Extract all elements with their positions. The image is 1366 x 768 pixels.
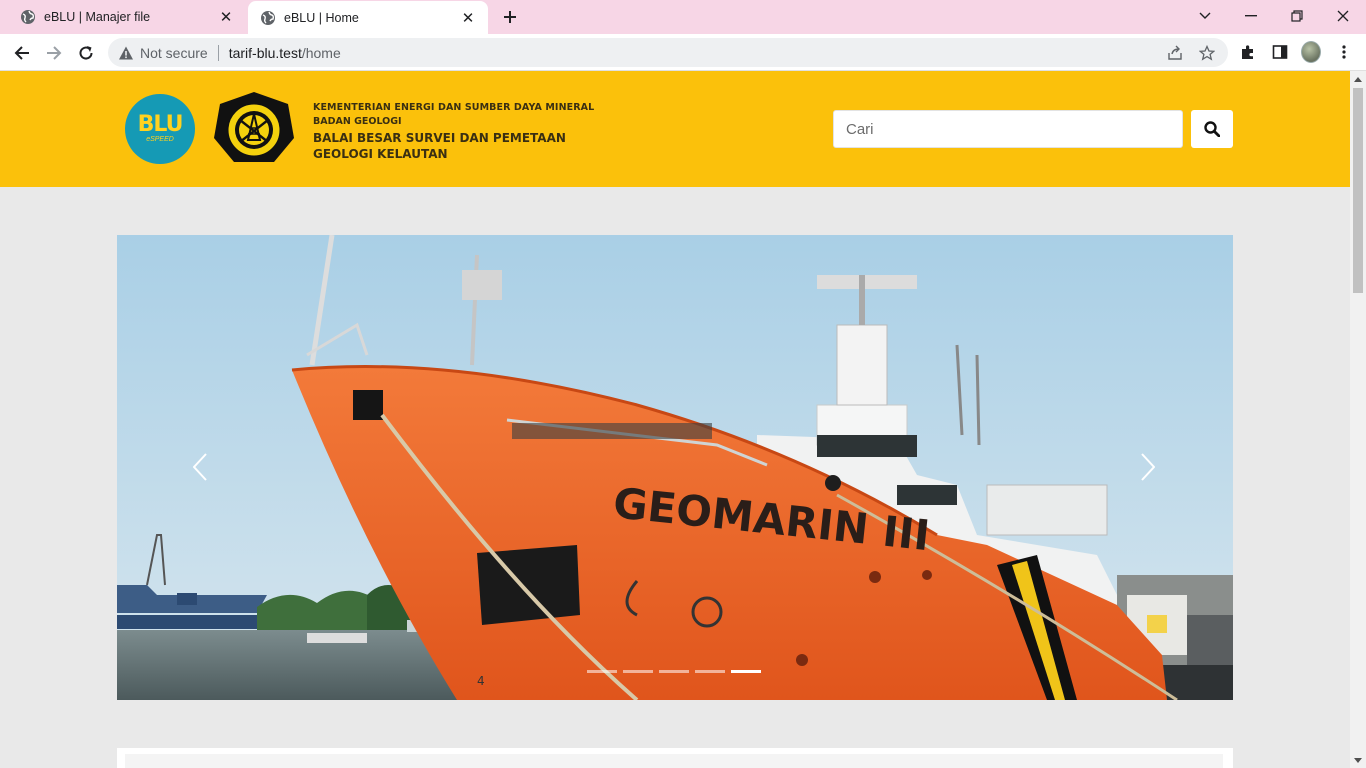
blu-logo[interactable]: BLU eSPEED xyxy=(125,94,195,164)
browser-toolbar: Not secure tarif-blu.test/home xyxy=(0,34,1366,71)
scrollbar-thumb[interactable] xyxy=(1353,88,1363,293)
carousel-indicator-4[interactable] xyxy=(695,670,725,673)
tab-title: eBLU | Home xyxy=(284,10,359,25)
close-window-button[interactable] xyxy=(1320,0,1366,32)
tab-manajer-file[interactable]: eBLU | Manajer file ✕ xyxy=(0,0,246,34)
carousel-indicator-1[interactable] xyxy=(587,670,617,673)
search-input[interactable] xyxy=(833,110,1183,148)
star-icon xyxy=(1199,45,1215,61)
address-bar[interactable]: Not secure tarif-blu.test/home xyxy=(108,38,1228,67)
minimize-icon xyxy=(1245,15,1257,17)
arrow-right-icon xyxy=(47,46,62,60)
avatar xyxy=(1301,41,1321,63)
carousel-indicator-5[interactable] xyxy=(731,670,761,673)
carousel-next-button[interactable] xyxy=(1130,447,1166,487)
globe-icon xyxy=(21,10,35,24)
ship-photo: GEOMARIN III 4 xyxy=(117,235,1233,700)
more-vertical-icon xyxy=(1342,45,1346,59)
ministry-label: KEMENTERIAN ENERGI DAN SUMBER DAYA MINER… xyxy=(313,102,595,113)
organization-name: KEMENTERIAN ENERGI DAN SUMBER DAYA MINER… xyxy=(313,101,594,162)
warning-icon xyxy=(119,46,133,59)
extensions-button[interactable] xyxy=(1238,42,1258,62)
close-tab-icon[interactable]: ✕ xyxy=(218,9,234,26)
esdm-emblem-logo xyxy=(214,92,294,162)
content-card xyxy=(117,748,1233,768)
content-card-body xyxy=(125,754,1223,768)
scroll-up-arrow[interactable] xyxy=(1350,71,1366,87)
tab-strip: eBLU | Manajer file ✕ eBLU | Home ✕ xyxy=(0,0,1366,34)
reload-icon xyxy=(79,46,93,60)
carousel-indicator-3[interactable] xyxy=(659,670,689,673)
minimize-button[interactable] xyxy=(1228,0,1274,32)
back-button[interactable] xyxy=(8,39,36,67)
triangle-down-icon xyxy=(1354,757,1362,763)
tab-home[interactable]: eBLU | Home ✕ xyxy=(248,1,488,34)
chevron-down-icon xyxy=(1199,12,1211,19)
restore-button[interactable] xyxy=(1274,0,1320,32)
side-panel-icon xyxy=(1272,45,1288,59)
tab-search-button[interactable] xyxy=(1182,0,1228,32)
org-title-line1: BALAI BESAR SURVEI DAN PEMETAAN xyxy=(313,131,566,145)
close-icon xyxy=(1337,10,1349,22)
site-header: BLU eSPEED KEMENTERIAN ENERGI DAN SUMBER… xyxy=(0,71,1350,187)
blu-logo-text: BLU xyxy=(137,112,184,137)
search-icon xyxy=(1204,121,1220,137)
side-panel-button[interactable] xyxy=(1270,42,1290,62)
close-tab-icon[interactable]: ✕ xyxy=(460,10,476,27)
forward-button[interactable] xyxy=(40,39,68,67)
reload-button[interactable] xyxy=(72,39,100,67)
scroll-down-arrow[interactable] xyxy=(1350,752,1366,768)
chevron-right-icon xyxy=(1141,453,1155,481)
share-icon xyxy=(1168,45,1182,60)
svg-text:4: 4 xyxy=(477,674,485,688)
plus-icon xyxy=(504,11,516,23)
url-host: tarif-blu.test xyxy=(228,44,302,61)
bookmark-button[interactable] xyxy=(1198,44,1216,62)
tab-title: eBLU | Manajer file xyxy=(44,10,151,24)
globe-icon xyxy=(261,10,275,25)
org-title-line2: GEOLOGI KELAUTAN xyxy=(313,147,448,161)
carousel-prev-button[interactable] xyxy=(182,447,218,487)
url-path: /home xyxy=(301,44,341,61)
share-button[interactable] xyxy=(1166,44,1184,62)
security-label: Not secure xyxy=(140,44,208,61)
carousel-indicators xyxy=(587,670,761,673)
page-viewport: BLU eSPEED KEMENTERIAN ENERGI DAN SUMBER… xyxy=(0,71,1350,768)
arrow-left-icon xyxy=(14,46,29,60)
agency-label: BADAN GEOLOGI xyxy=(313,116,402,127)
puzzle-icon xyxy=(1242,45,1253,59)
chevron-left-icon xyxy=(193,453,207,481)
address-divider xyxy=(217,44,219,61)
page-scrollbar[interactable] xyxy=(1350,71,1366,768)
search-button[interactable] xyxy=(1191,110,1233,148)
triangle-up-icon xyxy=(1354,76,1362,82)
carousel-indicator-2[interactable] xyxy=(623,670,653,673)
blu-logo-subtext: eSPEED xyxy=(146,136,174,143)
new-tab-button[interactable] xyxy=(498,5,522,29)
restore-icon xyxy=(1291,10,1303,22)
hero-carousel[interactable]: GEOMARIN III 4 xyxy=(117,235,1233,700)
browser-menu-button[interactable] xyxy=(1334,42,1354,62)
profile-button[interactable] xyxy=(1301,41,1321,63)
